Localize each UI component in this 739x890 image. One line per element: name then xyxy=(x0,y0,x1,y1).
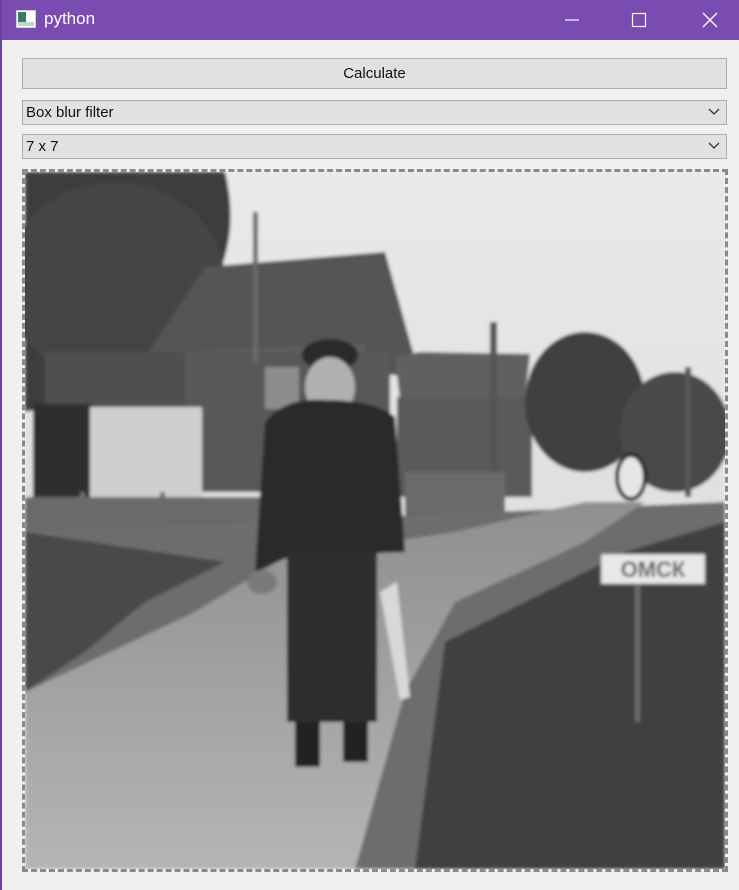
maximize-icon xyxy=(631,12,647,28)
minimize-icon xyxy=(565,19,579,21)
filter-select[interactable]: Box blur filter xyxy=(22,100,727,125)
close-button[interactable] xyxy=(685,0,735,40)
window-title: python xyxy=(44,9,96,28)
kernel-size-value: 7 x 7 xyxy=(26,138,59,155)
title-bar: python xyxy=(2,0,739,40)
close-icon xyxy=(702,12,718,28)
app-icon xyxy=(16,10,36,28)
sign-text: ОМСК xyxy=(621,557,686,582)
filter-select-value: Box blur filter xyxy=(26,104,114,121)
chevron-down-icon xyxy=(708,142,720,149)
kernel-size-select[interactable]: 7 x 7 xyxy=(22,134,727,159)
image-display: ОМСК xyxy=(22,169,728,872)
app-window: python Calculate Box blur filter 7 x 7 О… xyxy=(0,0,739,890)
chevron-down-icon xyxy=(708,108,720,115)
calculate-button[interactable]: Calculate xyxy=(22,58,727,89)
maximize-button[interactable] xyxy=(614,0,664,40)
blurred-photo: ОМСК xyxy=(25,172,725,869)
minimize-button[interactable] xyxy=(547,0,597,40)
